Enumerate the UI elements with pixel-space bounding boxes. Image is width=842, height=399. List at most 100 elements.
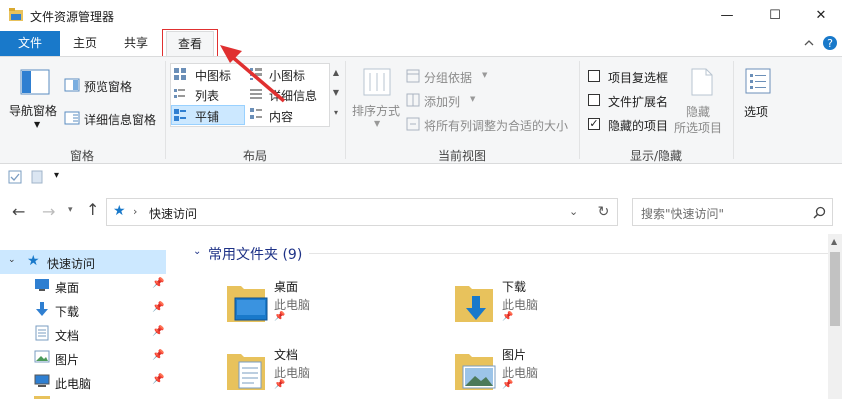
folder-name: 文档: [274, 348, 299, 362]
navigation-pane-icon: [20, 69, 50, 95]
section-title: 常用文件夹 (9): [208, 247, 303, 263]
layout-gallery-scroll[interactable]: ▲ ▼ ▾: [330, 63, 342, 127]
sort-by-label: 排序方式: [352, 104, 401, 118]
new-folder-icon[interactable]: [30, 170, 44, 184]
vertical-scrollbar[interactable]: ▲: [828, 234, 842, 399]
hide-selected-button[interactable]: 隐藏 所选项目: [674, 63, 728, 135]
maximize-button[interactable]: ☐: [752, 0, 798, 31]
content-area: ⌄ 常用文件夹 (9) 桌面 此电脑 📌 下载 此电脑 📌 文档 此电脑 📌 图…: [181, 234, 842, 399]
nav-item-quick-access[interactable]: ⌄ ★ 快速访问: [0, 250, 166, 274]
panes-group-label: 窗格: [69, 149, 94, 163]
refresh-icon[interactable]: ↻: [590, 198, 618, 226]
annotation-arrow: [220, 45, 286, 103]
folder-tile-pictures[interactable]: 图片 此电脑 📌: [451, 344, 641, 396]
address-dropdown-icon[interactable]: ⌄: [569, 205, 578, 218]
pin-icon: 📌: [152, 278, 165, 289]
hidden-items-option[interactable]: ✓ 隐藏的项目: [586, 115, 676, 133]
nav-item-documents[interactable]: 文档 📌: [0, 322, 166, 346]
folder-tile-documents[interactable]: 文档 此电脑 📌: [223, 344, 413, 396]
file-extensions-label: 文件扩展名: [608, 95, 669, 109]
navigation-pane: ⌄ ★ 快速访问 桌面 📌 下载 📌 文档 📌 图片 📌 此电脑 📌: [0, 234, 166, 399]
nav-label: 下载: [55, 305, 80, 319]
close-button[interactable]: ✕: [798, 0, 842, 31]
scroll-up-icon[interactable]: ▲: [831, 237, 837, 246]
folder-tile-downloads[interactable]: 下载 此电脑 📌: [451, 276, 641, 328]
hide-label: 隐藏: [686, 105, 711, 119]
item-checkboxes-option[interactable]: 项目复选框: [586, 67, 676, 85]
details-pane-label: 详细信息窗格: [84, 113, 157, 127]
folder-location: 此电脑: [502, 366, 539, 380]
minimize-button[interactable]: —: [704, 0, 750, 31]
nav-item-this-pc[interactable]: 此电脑 📌: [0, 370, 166, 394]
collapse-ribbon-icon[interactable]: [803, 37, 815, 49]
nav-label: 图片: [55, 353, 80, 367]
options-button[interactable]: 选项: [736, 63, 780, 135]
divider: [579, 61, 580, 159]
folder-location: 此电脑: [274, 298, 311, 312]
title-bar: 文件资源管理器 — ☐ ✕: [0, 0, 842, 31]
tab-home[interactable]: 主页: [60, 31, 110, 56]
customize-toolbar-icon[interactable]: ▾: [54, 170, 59, 181]
collapse-group-chevron-icon[interactable]: ⌄: [193, 246, 201, 257]
options-icon: [745, 68, 771, 94]
back-icon[interactable]: ←: [12, 202, 25, 221]
preview-pane-button[interactable]: 预览窗格: [64, 75, 160, 95]
forward-icon[interactable]: →: [42, 202, 55, 221]
breadcrumb-location[interactable]: 快速访问: [149, 205, 197, 222]
navigation-pane-button[interactable]: 导航窗格 ▼: [6, 65, 58, 137]
help-icon[interactable]: ?: [822, 35, 838, 51]
nav-item-desktop[interactable]: 桌面 📌: [0, 274, 166, 298]
medium-icons-icon: [174, 68, 186, 80]
nav-label: 文档: [55, 329, 80, 343]
ribbon-view: 导航窗格 ▼ 预览窗格 详细信息窗格 窗格 中图标 小图标 列表 详细信息 平铺…: [0, 45, 842, 164]
list-icon: [174, 89, 185, 98]
group-by-button[interactable]: 分组依据 ▼: [406, 67, 496, 87]
hide-selected-icon: [691, 68, 713, 96]
nav-item-downloads[interactable]: 下载 📌: [0, 298, 166, 322]
dropdown-arrow-icon: ▼: [374, 119, 381, 128]
address-bar[interactable]: ★ › 快速访问 ⌄: [106, 198, 618, 226]
details-pane-button[interactable]: 详细信息窗格: [64, 108, 162, 128]
pc-icon: [34, 374, 50, 387]
folder-tile-desktop[interactable]: 桌面 此电脑 📌: [223, 276, 413, 328]
divider: [345, 61, 346, 159]
tab-file[interactable]: 文件: [0, 31, 60, 56]
nav-label: 快速访问: [47, 257, 96, 271]
item-checkboxes-label: 项目复选框: [608, 71, 669, 85]
breadcrumb-separator-icon: ›: [133, 205, 138, 218]
add-column-label: 添加列: [424, 95, 461, 109]
scrollbar-thumb[interactable]: [830, 252, 840, 326]
nav-item-pictures[interactable]: 图片 📌: [0, 346, 166, 370]
window-title: 文件资源管理器: [30, 10, 115, 24]
folder-app-icon: [9, 8, 23, 21]
hidden-items-checkbox[interactable]: ✓: [588, 118, 600, 130]
dropdown-arrow-icon: ▼: [470, 95, 476, 103]
sort-by-button[interactable]: 排序方式 ▼: [350, 63, 404, 135]
section-divider: [309, 253, 829, 254]
group-by-label: 分组依据: [424, 71, 473, 85]
panes-group: 导航窗格 ▼ 预览窗格 详细信息窗格 窗格: [0, 57, 164, 163]
add-column-button[interactable]: 添加列 ▼: [406, 91, 496, 111]
up-icon[interactable]: ↑: [86, 200, 99, 219]
star-icon: ★: [27, 253, 40, 269]
size-all-columns-button[interactable]: 将所有列调整为合适的大小: [406, 115, 576, 135]
recent-locations-icon[interactable]: ▾: [68, 205, 73, 215]
folder-location: 此电脑: [274, 366, 311, 380]
properties-icon[interactable]: [8, 170, 22, 184]
folder-download-icon: [455, 286, 493, 322]
search-icon[interactable]: [813, 206, 826, 219]
expand-chevron-icon[interactable]: ⌄: [8, 255, 16, 265]
show-hide-group-label: 显示/隐藏: [629, 149, 683, 163]
desktop-icon: [35, 279, 49, 291]
file-extensions-option[interactable]: 文件扩展名: [586, 91, 676, 109]
nav-label: 此电脑: [55, 377, 92, 391]
tab-share[interactable]: 共享: [110, 31, 162, 56]
pin-icon: 📌: [152, 350, 165, 361]
preview-pane-icon: [64, 78, 80, 92]
search-box[interactable]: 搜索"快速访问": [632, 198, 833, 226]
pin-icon: 📌: [274, 312, 286, 322]
file-extensions-checkbox[interactable]: [588, 94, 600, 106]
search-input-placeholder[interactable]: 搜索"快速访问": [641, 205, 724, 222]
item-checkboxes-checkbox[interactable]: [588, 70, 600, 82]
pin-icon: 📌: [502, 380, 514, 390]
